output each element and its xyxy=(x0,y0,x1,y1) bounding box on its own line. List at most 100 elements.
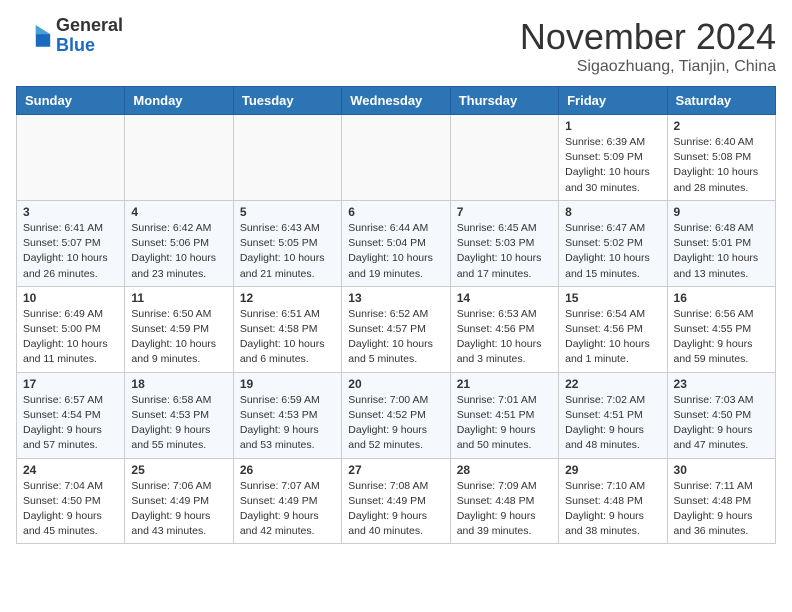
day-number: 10 xyxy=(23,291,118,305)
day-info: Sunrise: 6:39 AMSunset: 5:09 PMDaylight:… xyxy=(565,135,660,196)
week-row-1: 1 Sunrise: 6:39 AMSunset: 5:09 PMDaylight… xyxy=(17,115,776,201)
logo-icon xyxy=(16,18,52,54)
day-number: 27 xyxy=(348,463,443,477)
day-number: 12 xyxy=(240,291,335,305)
weekday-header-wednesday: Wednesday xyxy=(342,87,450,115)
day-number: 25 xyxy=(131,463,226,477)
day-info: Sunrise: 6:42 AMSunset: 5:06 PMDaylight:… xyxy=(131,221,226,282)
calendar-cell xyxy=(450,115,558,201)
calendar-cell: 13 Sunrise: 6:52 AMSunset: 4:57 PMDayligh… xyxy=(342,286,450,372)
weekday-header-friday: Friday xyxy=(559,87,667,115)
calendar-cell: 24 Sunrise: 7:04 AMSunset: 4:50 PMDayligh… xyxy=(17,458,125,544)
day-number: 19 xyxy=(240,377,335,391)
day-number: 15 xyxy=(565,291,660,305)
day-number: 28 xyxy=(457,463,552,477)
calendar-cell: 26Sunrise: 7:07 AMSunset: 4:49 PMDayligh… xyxy=(233,458,341,544)
calendar-body: 1 Sunrise: 6:39 AMSunset: 5:09 PMDaylight… xyxy=(17,115,776,544)
weekday-header-saturday: Saturday xyxy=(667,87,775,115)
calendar-cell: 11 Sunrise: 6:50 AMSunset: 4:59 PMDayligh… xyxy=(125,286,233,372)
title-block: November 2024 Sigaozhuang, Tianjin, Chin… xyxy=(520,16,776,76)
calendar-table: SundayMondayTuesdayWednesdayThursdayFrid… xyxy=(16,86,776,544)
weekday-header-tuesday: Tuesday xyxy=(233,87,341,115)
calendar-cell: 16Sunrise: 6:56 AMSunset: 4:55 PMDayligh… xyxy=(667,286,775,372)
day-info: Sunrise: 7:00 AMSunset: 4:52 PMDaylight:… xyxy=(348,393,443,454)
day-info: Sunrise: 6:45 AMSunset: 5:03 PMDaylight:… xyxy=(457,221,552,282)
day-number: 6 xyxy=(348,205,443,219)
day-info: Sunrise: 6:43 AMSunset: 5:05 PMDaylight:… xyxy=(240,221,335,282)
day-info: Sunrise: 6:50 AMSunset: 4:59 PMDaylight:… xyxy=(131,307,226,368)
calendar-cell: 5 Sunrise: 6:43 AMSunset: 5:05 PMDaylight… xyxy=(233,200,341,286)
day-number: 13 xyxy=(348,291,443,305)
day-number: 8 xyxy=(565,205,660,219)
day-number: 4 xyxy=(131,205,226,219)
weekday-header-row: SundayMondayTuesdayWednesdayThursdayFrid… xyxy=(17,87,776,115)
calendar-cell: 18 Sunrise: 6:58 AMSunset: 4:53 PMDayligh… xyxy=(125,372,233,458)
day-info: Sunrise: 7:02 AMSunset: 4:51 PMDaylight:… xyxy=(565,393,660,454)
logo: General Blue xyxy=(16,16,123,56)
day-info: Sunrise: 6:47 AMSunset: 5:02 PMDaylight:… xyxy=(565,221,660,282)
calendar-cell: 12 Sunrise: 6:51 AMSunset: 4:58 PMDayligh… xyxy=(233,286,341,372)
day-number: 24 xyxy=(23,463,118,477)
day-info: Sunrise: 6:54 AMSunset: 4:56 PMDaylight:… xyxy=(565,307,660,368)
calendar-cell: 7 Sunrise: 6:45 AMSunset: 5:03 PMDaylight… xyxy=(450,200,558,286)
calendar-cell: 6 Sunrise: 6:44 AMSunset: 5:04 PMDaylight… xyxy=(342,200,450,286)
weekday-header-monday: Monday xyxy=(125,87,233,115)
calendar-cell: 15 Sunrise: 6:54 AMSunset: 4:56 PMDayligh… xyxy=(559,286,667,372)
calendar-cell: 25 Sunrise: 7:06 AMSunset: 4:49 PMDayligh… xyxy=(125,458,233,544)
calendar-cell: 4 Sunrise: 6:42 AMSunset: 5:06 PMDaylight… xyxy=(125,200,233,286)
day-info: Sunrise: 6:41 AMSunset: 5:07 PMDaylight:… xyxy=(23,221,118,282)
day-number: 17 xyxy=(23,377,118,391)
day-number: 14 xyxy=(457,291,552,305)
calendar-cell xyxy=(17,115,125,201)
calendar-cell: 8 Sunrise: 6:47 AMSunset: 5:02 PMDaylight… xyxy=(559,200,667,286)
calendar-cell: 30Sunrise: 7:11 AMSunset: 4:48 PMDayligh… xyxy=(667,458,775,544)
calendar-cell: 14Sunrise: 6:53 AMSunset: 4:56 PMDayligh… xyxy=(450,286,558,372)
calendar-cell xyxy=(342,115,450,201)
day-info: Sunrise: 7:01 AMSunset: 4:51 PMDaylight:… xyxy=(457,393,552,454)
day-info: Sunrise: 7:10 AMSunset: 4:48 PMDaylight:… xyxy=(565,479,660,540)
calendar-cell: 22 Sunrise: 7:02 AMSunset: 4:51 PMDayligh… xyxy=(559,372,667,458)
weekday-header-sunday: Sunday xyxy=(17,87,125,115)
day-number: 11 xyxy=(131,291,226,305)
day-number: 3 xyxy=(23,205,118,219)
calendar-cell: 10 Sunrise: 6:49 AMSunset: 5:00 PMDayligh… xyxy=(17,286,125,372)
day-number: 5 xyxy=(240,205,335,219)
calendar-cell: 1 Sunrise: 6:39 AMSunset: 5:09 PMDaylight… xyxy=(559,115,667,201)
location: Sigaozhuang, Tianjin, China xyxy=(520,58,776,76)
day-info: Sunrise: 6:49 AMSunset: 5:00 PMDaylight:… xyxy=(23,307,118,368)
day-info: Sunrise: 6:59 AMSunset: 4:53 PMDaylight:… xyxy=(240,393,335,454)
day-info: Sunrise: 7:11 AMSunset: 4:48 PMDaylight:… xyxy=(674,479,769,540)
day-info: Sunrise: 6:51 AMSunset: 4:58 PMDaylight:… xyxy=(240,307,335,368)
calendar-cell xyxy=(233,115,341,201)
calendar-cell: 17 Sunrise: 6:57 AMSunset: 4:54 PMDayligh… xyxy=(17,372,125,458)
day-info: Sunrise: 6:44 AMSunset: 5:04 PMDaylight:… xyxy=(348,221,443,282)
day-info: Sunrise: 6:58 AMSunset: 4:53 PMDaylight:… xyxy=(131,393,226,454)
day-info: Sunrise: 6:52 AMSunset: 4:57 PMDaylight:… xyxy=(348,307,443,368)
day-number: 2 xyxy=(674,119,769,133)
weekday-header-thursday: Thursday xyxy=(450,87,558,115)
day-info: Sunrise: 6:40 AMSunset: 5:08 PMDaylight:… xyxy=(674,135,769,196)
day-number: 9 xyxy=(674,205,769,219)
day-info: Sunrise: 6:56 AMSunset: 4:55 PMDaylight:… xyxy=(674,307,769,368)
day-info: Sunrise: 7:04 AMSunset: 4:50 PMDaylight:… xyxy=(23,479,118,540)
day-info: Sunrise: 7:07 AMSunset: 4:49 PMDaylight:… xyxy=(240,479,335,540)
day-number: 23 xyxy=(674,377,769,391)
calendar-cell: 20 Sunrise: 7:00 AMSunset: 4:52 PMDayligh… xyxy=(342,372,450,458)
week-row-2: 3 Sunrise: 6:41 AMSunset: 5:07 PMDaylight… xyxy=(17,200,776,286)
day-info: Sunrise: 6:57 AMSunset: 4:54 PMDaylight:… xyxy=(23,393,118,454)
calendar-cell: 21Sunrise: 7:01 AMSunset: 4:51 PMDayligh… xyxy=(450,372,558,458)
calendar-cell: 29 Sunrise: 7:10 AMSunset: 4:48 PMDayligh… xyxy=(559,458,667,544)
week-row-4: 17 Sunrise: 6:57 AMSunset: 4:54 PMDayligh… xyxy=(17,372,776,458)
page-header: General Blue November 2024 Sigaozhuang, … xyxy=(16,16,776,76)
calendar-cell: 23 Sunrise: 7:03 AMSunset: 4:50 PMDayligh… xyxy=(667,372,775,458)
day-number: 18 xyxy=(131,377,226,391)
day-number: 7 xyxy=(457,205,552,219)
day-number: 29 xyxy=(565,463,660,477)
day-info: Sunrise: 7:03 AMSunset: 4:50 PMDaylight:… xyxy=(674,393,769,454)
day-number: 1 xyxy=(565,119,660,133)
day-info: Sunrise: 7:06 AMSunset: 4:49 PMDaylight:… xyxy=(131,479,226,540)
calendar-cell: 3 Sunrise: 6:41 AMSunset: 5:07 PMDaylight… xyxy=(17,200,125,286)
day-number: 20 xyxy=(348,377,443,391)
day-number: 22 xyxy=(565,377,660,391)
logo-text: General Blue xyxy=(56,16,123,56)
